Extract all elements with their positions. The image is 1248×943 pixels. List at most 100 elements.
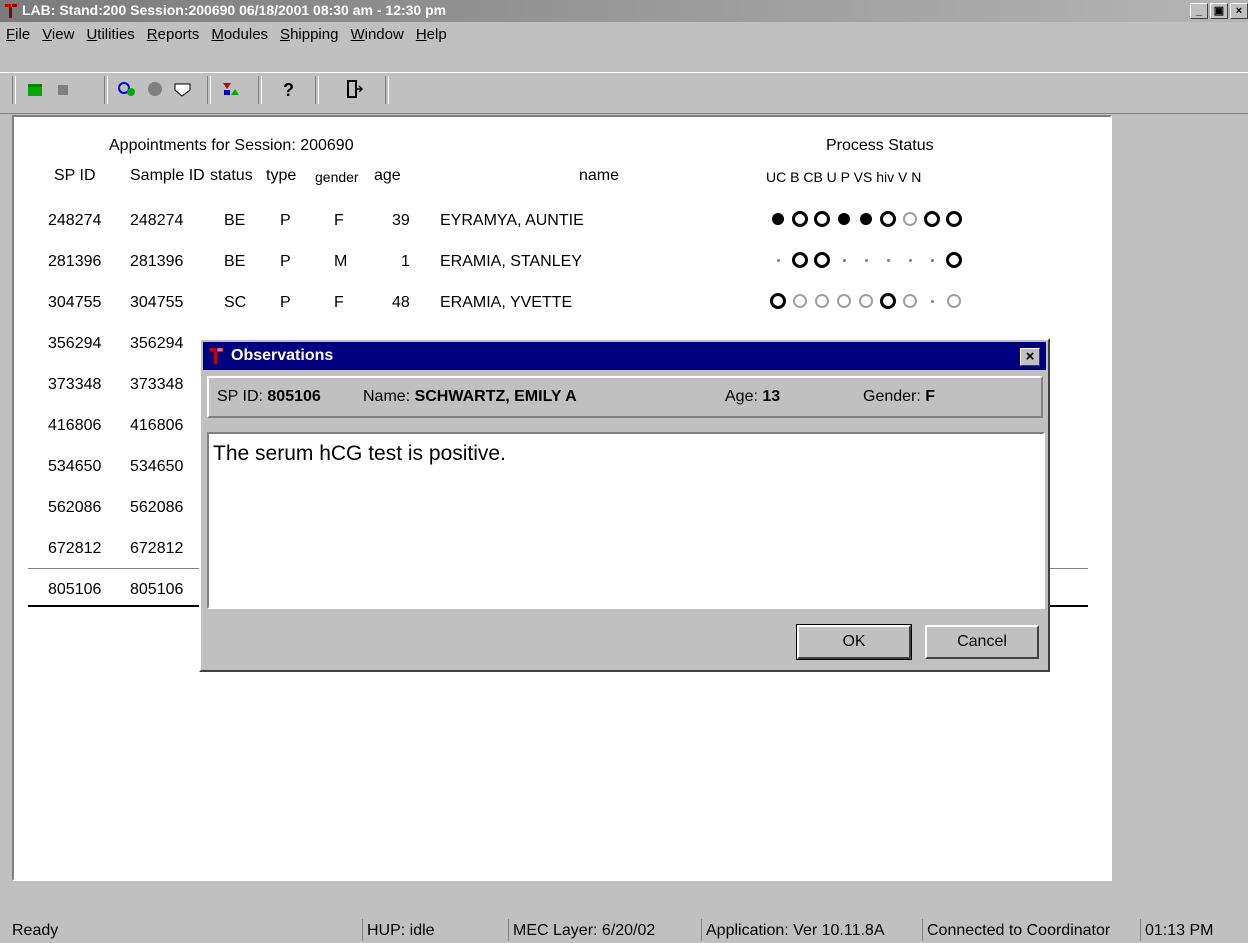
menu-window[interactable]: Window bbox=[344, 26, 409, 43]
menu-utilities[interactable]: Utilities bbox=[80, 26, 140, 43]
app-icon bbox=[209, 348, 223, 364]
age-value: 13 bbox=[762, 388, 781, 405]
menu-bar: File View Utilities Reports Modules Shipping W… bbox=[0, 22, 1248, 46]
observations-textarea[interactable]: The serum hCG test is positive. bbox=[207, 432, 1045, 609]
sp-id-cell: 281396 bbox=[48, 253, 102, 270]
sp-id-cell: 373348 bbox=[48, 376, 102, 393]
cancel-button[interactable]: Cancel bbox=[925, 625, 1039, 659]
gender-value: F bbox=[925, 388, 936, 405]
status-dot-gray bbox=[836, 293, 852, 309]
sample-id-cell: 356294 bbox=[130, 335, 184, 352]
status-cell: BE bbox=[224, 253, 246, 270]
spid-value: 805106 bbox=[267, 388, 321, 405]
col-type: type bbox=[266, 167, 297, 184]
app-icon bbox=[5, 4, 17, 18]
type-cell: P bbox=[280, 212, 291, 229]
menu-view[interactable]: View bbox=[36, 26, 80, 43]
status-cell: SC bbox=[224, 294, 247, 311]
age-cell: 48 bbox=[392, 294, 410, 311]
table-row[interactable]: 248274 248274 BE P F 39 EYRAMYA, AUNTIE bbox=[14, 203, 1074, 243]
status-dot-small bbox=[836, 252, 852, 268]
process-status-indicators bbox=[770, 211, 962, 227]
age-cell: 39 bbox=[392, 212, 410, 229]
status-dot-open bbox=[880, 293, 896, 309]
sp-id-cell: 562086 bbox=[48, 499, 102, 516]
status-dot-open bbox=[880, 211, 896, 227]
age-cell: 1 bbox=[401, 253, 410, 270]
name-cell: ERAMIA, YVETTE bbox=[440, 294, 573, 311]
age-label: Age: bbox=[725, 388, 758, 405]
status-dot-small bbox=[924, 293, 940, 309]
swap-icon[interactable] bbox=[218, 76, 244, 102]
sample-id-cell: 373348 bbox=[130, 376, 184, 393]
menu-shipping[interactable]: Shipping bbox=[274, 26, 344, 43]
status-connection: Connected to Coordinator bbox=[922, 919, 1110, 941]
process-status-title: Process Status bbox=[826, 137, 934, 154]
sp-id-cell: 304755 bbox=[48, 294, 102, 311]
status-dot-small bbox=[770, 252, 786, 268]
status-dot-open bbox=[792, 211, 808, 227]
status-dot-open bbox=[946, 252, 962, 268]
sample-id-cell: 672812 bbox=[130, 540, 184, 557]
status-dot-small bbox=[924, 252, 940, 268]
ok-button[interactable]: OK bbox=[796, 624, 912, 660]
gender-cell: M bbox=[334, 253, 348, 270]
status-hup: HUP: idle bbox=[362, 919, 435, 941]
dialog-close-button[interactable]: × bbox=[1020, 348, 1040, 366]
session-title: Appointments for Session: 200690 bbox=[109, 137, 354, 154]
name-cell: EYRAMYA, AUNTIE bbox=[440, 212, 584, 229]
sample-id-cell: 805106 bbox=[130, 581, 184, 598]
col-name: name bbox=[579, 167, 620, 184]
spid-label: SP ID: bbox=[217, 388, 263, 405]
status-ready: Ready bbox=[12, 922, 59, 939]
minimize-button[interactable]: _ bbox=[1190, 3, 1208, 19]
patient-info: SP ID: 805106 Name: SCHWARTZ, EMILY A Ag… bbox=[207, 376, 1043, 418]
status-dot-open bbox=[770, 293, 786, 309]
col-status: status bbox=[210, 167, 253, 184]
sp-id-cell: 248274 bbox=[48, 212, 102, 229]
sample-id-cell: 416806 bbox=[130, 417, 184, 434]
col-process: UC B CB U P VS hiv V N bbox=[766, 169, 922, 185]
menu-help[interactable]: Help bbox=[410, 26, 453, 43]
close-button[interactable]: × bbox=[1230, 3, 1248, 19]
find-icon[interactable] bbox=[114, 76, 140, 102]
status-dot-filled bbox=[770, 211, 786, 227]
status-dot-small bbox=[902, 252, 918, 268]
sample-id-cell: 281396 bbox=[130, 253, 184, 270]
sp-id-cell: 356294 bbox=[48, 335, 102, 352]
maximize-button[interactable]: ▣ bbox=[1210, 3, 1228, 19]
sp-id-cell: 534650 bbox=[48, 458, 102, 475]
stop-icon[interactable] bbox=[142, 76, 168, 102]
col-spid: SP ID bbox=[54, 167, 96, 184]
new-icon[interactable] bbox=[22, 76, 48, 102]
col-sample-id: Sample ID bbox=[130, 167, 205, 184]
dialog-title: Observations bbox=[231, 347, 334, 364]
process-status-indicators bbox=[770, 252, 962, 268]
gender-cell: F bbox=[334, 212, 344, 229]
sp-id-cell: 672812 bbox=[48, 540, 102, 557]
table-row[interactable]: 281396 281396 BE P M 1 ERAMIA, STANLEY bbox=[14, 244, 1074, 284]
window-titlebar: LAB: Stand:200 Session:200690 06/18/2001… bbox=[0, 0, 1248, 22]
status-mec-layer: MEC Layer: 6/20/02 bbox=[508, 919, 655, 941]
status-application: Application: Ver 10.11.8A bbox=[701, 919, 885, 941]
window-title: LAB: Stand:200 Session:200690 06/18/2001… bbox=[22, 2, 447, 18]
tag-icon[interactable] bbox=[170, 76, 196, 102]
help-icon[interactable]: ? bbox=[276, 76, 302, 102]
sample-id-cell: 562086 bbox=[130, 499, 184, 516]
status-dot-open bbox=[924, 211, 940, 227]
menu-file[interactable]: File bbox=[0, 26, 36, 43]
sample-id-cell: 248274 bbox=[130, 212, 184, 229]
table-row[interactable]: 304755 304755 SC P F 48 ERAMIA, YVETTE bbox=[14, 285, 1074, 325]
status-dot-gray bbox=[858, 293, 874, 309]
menu-modules[interactable]: Modules bbox=[205, 26, 274, 43]
status-dot-open bbox=[946, 211, 962, 227]
exit-icon[interactable] bbox=[341, 76, 367, 102]
dialog-titlebar: Observations × bbox=[203, 342, 1046, 370]
sample-id-cell: 304755 bbox=[130, 294, 184, 311]
observations-dialog: Observations × SP ID: 805106 Name: SCHWA… bbox=[199, 338, 1050, 672]
edit-icon[interactable] bbox=[50, 76, 76, 102]
name-label: Name: bbox=[363, 388, 411, 405]
sample-id-cell: 534650 bbox=[130, 458, 184, 475]
menu-reports[interactable]: Reports bbox=[141, 26, 206, 43]
process-status-indicators bbox=[770, 293, 962, 309]
